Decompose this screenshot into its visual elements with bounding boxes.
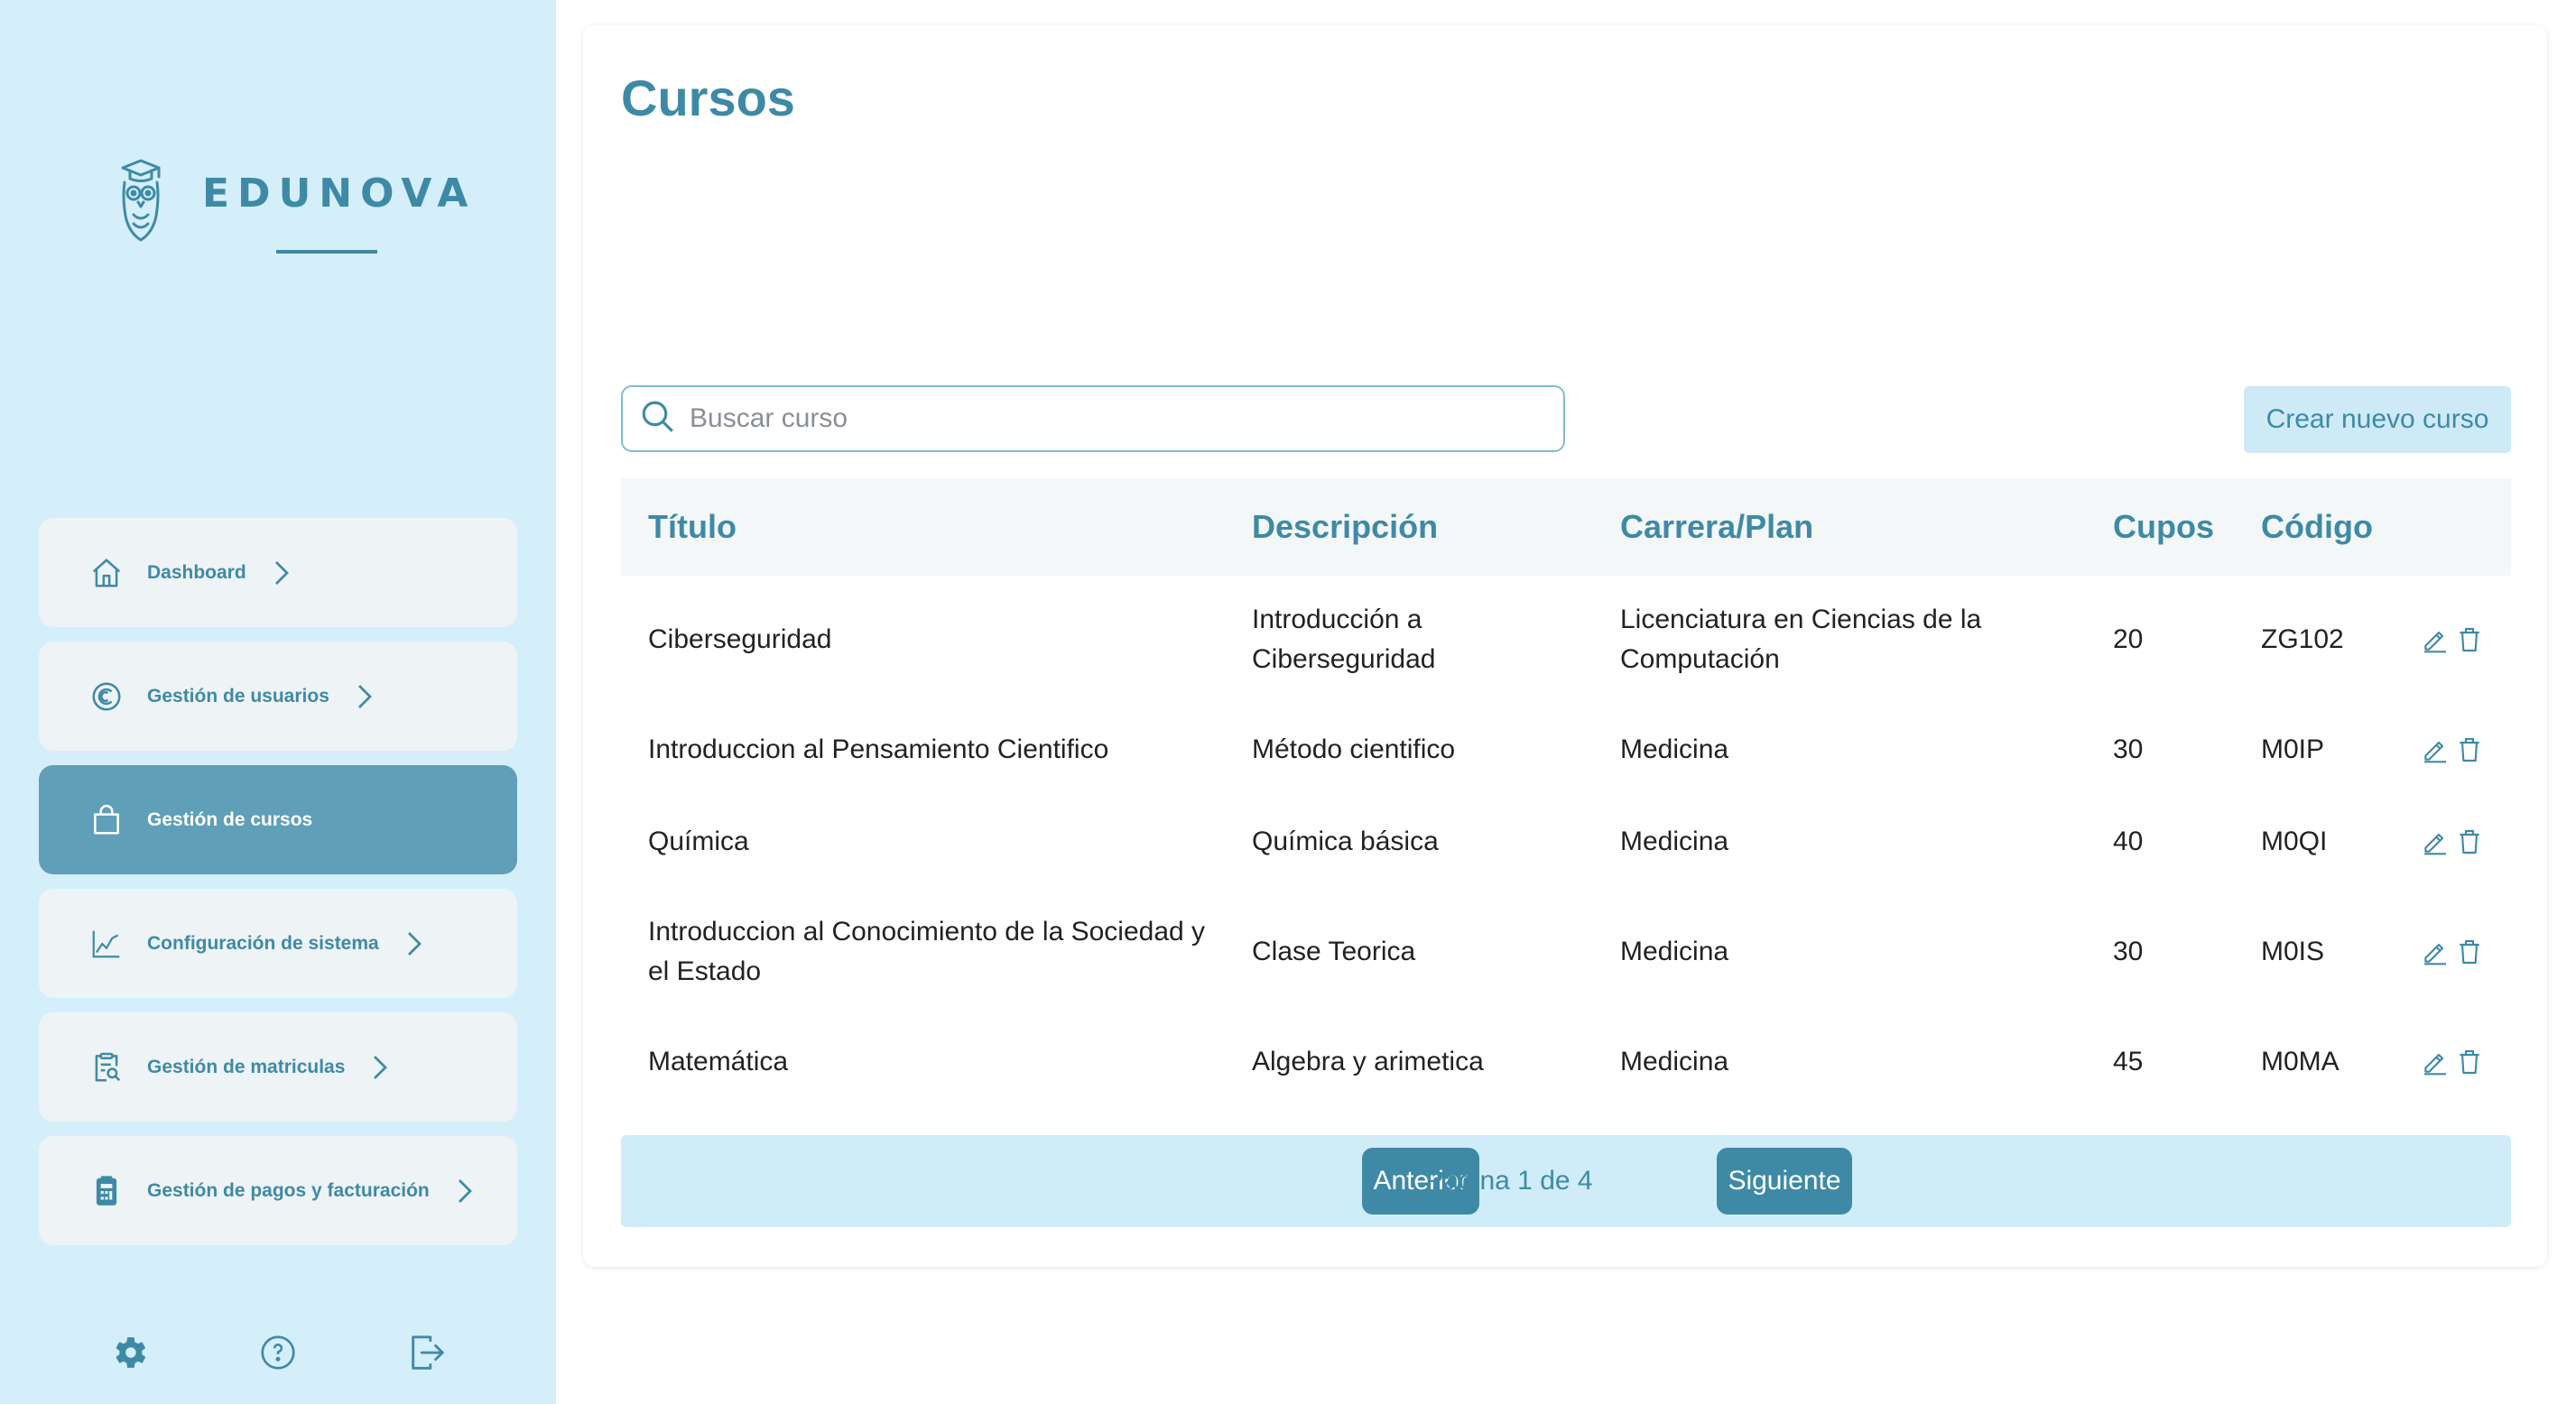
table-row: Matemática Algebra y arimetica Medicina …: [621, 1016, 2511, 1108]
calculator-icon: [89, 1174, 124, 1208]
chevron-right-icon: [404, 930, 424, 957]
trash-icon[interactable]: [2455, 1047, 2484, 1077]
column-header-titulo[interactable]: Título: [648, 478, 737, 576]
cell-descripcion: Clase Teorica: [1252, 937, 1416, 966]
table-row: Introduccion al Conocimiento de la Socie…: [621, 888, 2511, 1016]
main-content: Cursos Crear nuevo curso Título Descripc…: [583, 25, 2547, 1267]
chevron-right-icon: [455, 1178, 475, 1205]
cell-cupos: 45: [2113, 1047, 2144, 1076]
cell-titulo: Introduccion al Conocimiento de la Socie…: [648, 917, 1206, 986]
sidebar-item-label: Gestión de pagos y facturación: [147, 1179, 430, 1201]
edit-icon[interactable]: [2421, 734, 2450, 765]
cell-cupos: 20: [2113, 624, 2144, 654]
sidebar-item-configuracion[interactable]: Configuración de sistema: [39, 889, 517, 998]
row-actions: [2421, 1016, 2484, 1108]
page-indicator: Página 1 de 4: [1425, 1166, 1593, 1196]
cell-titulo: Ciberseguridad: [648, 624, 832, 654]
brand-wordmark: EDUNOVA: [202, 170, 477, 254]
page-title: Cursos: [621, 69, 795, 126]
row-actions: [2421, 576, 2484, 704]
chart-line-icon: [89, 927, 124, 961]
user-circle-icon: [89, 679, 124, 714]
logout-icon[interactable]: [406, 1332, 448, 1373]
table-row: Química Química básica Medicina 40 M0QI: [621, 796, 2511, 888]
gear-icon[interactable]: [108, 1332, 150, 1373]
sidebar-item-label: Gestión de cursos: [147, 808, 313, 830]
search-input[interactable]: [690, 403, 1556, 434]
trash-icon[interactable]: [2455, 827, 2484, 857]
clipboard-search-icon: [89, 1050, 124, 1085]
chevron-right-icon: [272, 559, 292, 587]
cell-carrera: Medicina: [1620, 937, 1729, 966]
table-row: Ciberseguridad Introducción a Cibersegur…: [621, 576, 2511, 704]
cell-descripcion: Algebra y arimetica: [1252, 1047, 1484, 1076]
cell-codigo: M0MA: [2261, 1047, 2340, 1076]
cell-codigo: M0QI: [2261, 827, 2328, 856]
cell-carrera: Medicina: [1620, 734, 1729, 764]
row-actions: [2421, 704, 2484, 796]
search-icon: [639, 398, 677, 440]
sidebar-item-label: Gestión de usuarios: [147, 685, 329, 707]
table-row: Introduccion al Pensamiento Cientifico M…: [621, 704, 2511, 796]
column-header-codigo[interactable]: Código: [2261, 478, 2373, 576]
edit-icon[interactable]: [2421, 624, 2450, 655]
brand-name: EDUNOVA: [202, 170, 477, 217]
sidebar-item-label: Configuración de sistema: [147, 932, 379, 954]
trash-icon[interactable]: [2455, 937, 2484, 967]
help-icon[interactable]: [257, 1332, 299, 1373]
cell-carrera: Medicina: [1620, 1047, 1729, 1076]
brand-underline: [276, 249, 377, 254]
search-box: [621, 385, 1565, 452]
table-header: Título Descripción Carrera/Plan Cupos Có…: [621, 478, 2511, 576]
owl-logo-icon: [114, 155, 168, 245]
sidebar-item-cursos[interactable]: Gestión de cursos: [39, 765, 517, 874]
cell-cupos: 30: [2113, 734, 2144, 764]
trash-icon[interactable]: [2455, 624, 2484, 655]
sidebar: EDUNOVA Dashboard Gestión de usuarios Ge…: [0, 0, 556, 1404]
cell-codigo: M0IS: [2261, 937, 2325, 966]
row-actions: [2421, 796, 2484, 888]
cell-codigo: M0IP: [2261, 734, 2325, 764]
cell-carrera: Medicina: [1620, 827, 1729, 856]
chevron-right-icon: [355, 683, 375, 710]
cell-descripcion: Método cientifico: [1252, 734, 1456, 764]
row-actions: [2421, 888, 2484, 1016]
cell-descripcion: Introducción a Ciberseguridad: [1252, 605, 1436, 674]
column-header-carrera[interactable]: Carrera/Plan: [1620, 478, 1813, 576]
sidebar-item-dashboard[interactable]: Dashboard: [39, 518, 517, 627]
cell-cupos: 40: [2113, 827, 2144, 856]
table-body: Ciberseguridad Introducción a Cibersegur…: [621, 576, 2511, 1108]
sidebar-item-usuarios[interactable]: Gestión de usuarios: [39, 642, 517, 751]
sidebar-item-label: Gestión de matriculas: [147, 1056, 346, 1077]
sidebar-nav: Dashboard Gestión de usuarios Gestión de…: [39, 518, 517, 1260]
create-course-button[interactable]: Crear nuevo curso: [2244, 386, 2511, 453]
sidebar-footer: [0, 1332, 556, 1373]
home-icon: [89, 556, 124, 590]
cell-carrera: Licenciatura en Ciencias de la Computaci…: [1620, 605, 1982, 674]
cell-cupos: 30: [2113, 937, 2144, 966]
sidebar-item-pagos[interactable]: Gestión de pagos y facturación: [39, 1136, 517, 1245]
cell-titulo: Introduccion al Pensamiento Cientifico: [648, 734, 1109, 764]
chevron-right-icon: [370, 1054, 390, 1081]
bag-icon: [89, 803, 124, 837]
cell-titulo: Química: [648, 827, 749, 856]
cell-descripcion: Química básica: [1252, 827, 1439, 856]
edit-icon[interactable]: [2421, 827, 2450, 857]
next-page-button[interactable]: Siguiente: [1717, 1148, 1852, 1215]
pagination-bar: Anterior Página 1 de 4 Siguiente: [621, 1135, 2511, 1227]
edit-icon[interactable]: [2421, 1047, 2450, 1077]
column-header-descripcion[interactable]: Descripción: [1252, 478, 1438, 576]
cell-titulo: Matemática: [648, 1047, 789, 1076]
cell-codigo: ZG102: [2261, 624, 2344, 654]
brand-logo: EDUNOVA: [114, 155, 477, 254]
column-header-cupos[interactable]: Cupos: [2113, 478, 2214, 576]
sidebar-item-label: Dashboard: [147, 561, 246, 583]
edit-icon[interactable]: [2421, 937, 2450, 967]
sidebar-item-matriculas[interactable]: Gestión de matriculas: [39, 1012, 517, 1122]
trash-icon[interactable]: [2455, 734, 2484, 765]
